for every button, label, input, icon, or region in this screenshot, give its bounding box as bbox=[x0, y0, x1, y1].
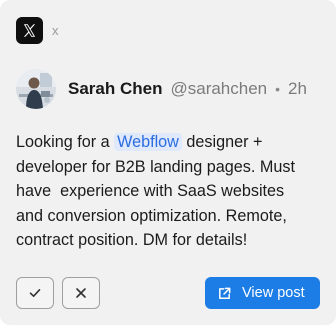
post-text-before: Looking for a bbox=[16, 133, 115, 151]
source-row: x bbox=[16, 17, 59, 44]
external-link-icon bbox=[217, 286, 232, 301]
approve-button[interactable] bbox=[16, 277, 54, 309]
highlighted-keyword: Webflow bbox=[114, 133, 182, 151]
avatar[interactable] bbox=[16, 68, 56, 109]
view-post-button[interactable]: View post bbox=[205, 277, 320, 309]
view-post-label: View post bbox=[242, 285, 305, 301]
check-icon bbox=[29, 289, 41, 297]
author-handle[interactable]: @sarahchen bbox=[170, 79, 267, 99]
author-name[interactable]: Sarah Chen bbox=[68, 79, 162, 99]
action-buttons bbox=[16, 277, 108, 309]
post-card: x Sarah Chen @sarahchen • 2h Looking for… bbox=[0, 0, 336, 325]
x-logo-icon bbox=[16, 17, 43, 44]
post-text: Looking for a Webflow designer + develop… bbox=[16, 130, 322, 253]
post-time: 2h bbox=[288, 78, 307, 98]
dismiss-button[interactable] bbox=[62, 277, 100, 309]
separator-dot: • bbox=[275, 80, 281, 97]
source-label: x bbox=[52, 23, 59, 38]
post-header: Sarah Chen @sarahchen • 2h bbox=[16, 68, 307, 109]
close-icon bbox=[76, 288, 86, 298]
